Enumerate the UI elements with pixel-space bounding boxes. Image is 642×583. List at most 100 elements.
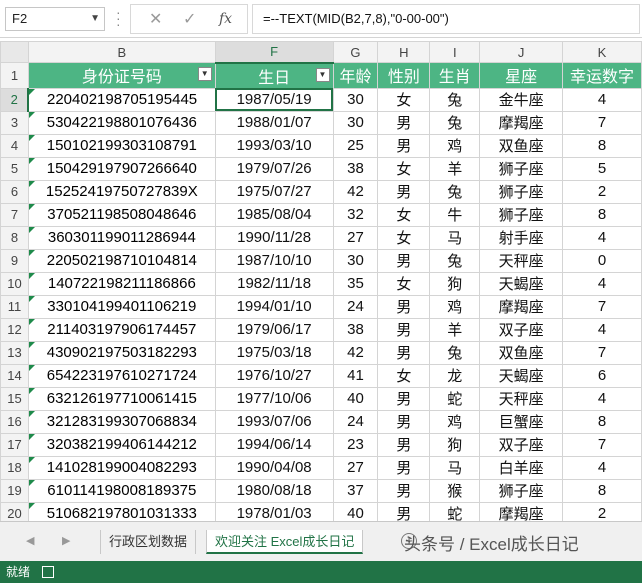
cell-age[interactable]: 42 bbox=[332, 340, 379, 365]
cell-age[interactable]: 30 bbox=[332, 248, 379, 273]
cell-lucky[interactable]: 7 bbox=[562, 110, 642, 135]
cell-zodiac[interactable]: 龙 bbox=[429, 363, 481, 388]
cell-lucky[interactable]: 7 bbox=[562, 340, 642, 365]
cell-gender[interactable]: 男 bbox=[377, 340, 431, 365]
cell-lucky[interactable]: 8 bbox=[562, 409, 642, 434]
cell-age[interactable]: 27 bbox=[332, 455, 379, 480]
header-birthday[interactable]: 生日 ▼ bbox=[214, 62, 334, 89]
cell-age[interactable]: 38 bbox=[332, 156, 379, 181]
cell-age[interactable]: 32 bbox=[332, 202, 379, 227]
cell-id[interactable]: 150429197907266640 bbox=[27, 156, 216, 181]
cell-birthday[interactable]: 1977/10/06 bbox=[214, 386, 334, 411]
cell-birthday[interactable]: 1987/10/10 bbox=[214, 248, 334, 273]
row-number[interactable]: 8 bbox=[0, 225, 29, 250]
row-number[interactable]: 15 bbox=[0, 386, 29, 411]
column-header-f[interactable]: F bbox=[214, 41, 334, 64]
cell-gender[interactable]: 男 bbox=[377, 179, 431, 204]
cell-gender[interactable]: 女 bbox=[377, 271, 431, 296]
cell-birthday[interactable]: 1994/01/10 bbox=[214, 294, 334, 319]
cell-zodiac[interactable]: 兔 bbox=[429, 179, 481, 204]
cancel-icon[interactable]: ✕ bbox=[149, 9, 162, 29]
cell-gender[interactable]: 男 bbox=[377, 409, 431, 434]
cell-gender[interactable]: 女 bbox=[377, 225, 431, 250]
cell-age[interactable]: 38 bbox=[332, 317, 379, 342]
cell-lucky[interactable]: 7 bbox=[562, 432, 642, 457]
cell-age[interactable]: 40 bbox=[332, 501, 379, 521]
cell-age[interactable]: 23 bbox=[332, 432, 379, 457]
cell-id[interactable]: 530422198801076436 bbox=[27, 110, 216, 135]
name-box[interactable]: F2 ▼ bbox=[5, 7, 105, 31]
cell-star[interactable]: 狮子座 bbox=[479, 478, 564, 503]
row-number[interactable]: 17 bbox=[0, 432, 29, 457]
row-number[interactable]: 16 bbox=[0, 409, 29, 434]
cell-age[interactable]: 24 bbox=[332, 294, 379, 319]
cell-zodiac[interactable]: 牛 bbox=[429, 202, 481, 227]
cell-age[interactable]: 40 bbox=[332, 386, 379, 411]
cell-star[interactable]: 天秤座 bbox=[479, 248, 564, 273]
cell-star[interactable]: 摩羯座 bbox=[479, 110, 564, 135]
cell-star[interactable]: 巨蟹座 bbox=[479, 409, 564, 434]
cell-id[interactable]: 370521198508048646 bbox=[27, 202, 216, 227]
cell-id[interactable]: 610114198008189375 bbox=[27, 478, 216, 503]
header-gender[interactable]: 性别 bbox=[377, 62, 431, 89]
cell-id[interactable]: 211403197906174457 bbox=[27, 317, 216, 342]
filter-dropdown-icon[interactable]: ▼ bbox=[197, 67, 212, 81]
cell-star[interactable]: 狮子座 bbox=[479, 156, 564, 181]
cell-gender[interactable]: 男 bbox=[377, 478, 431, 503]
row-number[interactable]: 9 bbox=[0, 248, 29, 273]
cell-star[interactable]: 射手座 bbox=[479, 225, 564, 250]
cell-lucky[interactable]: 4 bbox=[562, 87, 642, 112]
cell-star[interactable]: 双子座 bbox=[479, 432, 564, 457]
row-number[interactable]: 14 bbox=[0, 363, 29, 388]
tab-sheet-2[interactable]: 欢迎关注 Excel成长日记 bbox=[206, 530, 364, 554]
column-header-j[interactable]: J bbox=[479, 41, 564, 63]
column-header-k[interactable]: K bbox=[562, 41, 642, 63]
cell-star[interactable]: 双鱼座 bbox=[479, 340, 564, 365]
cell-id[interactable]: 141028199004082293 bbox=[27, 455, 216, 480]
cell-id[interactable]: 654223197610271724 bbox=[27, 363, 216, 388]
cell-birthday[interactable]: 1979/06/17 bbox=[214, 317, 334, 342]
cell-star[interactable]: 狮子座 bbox=[479, 179, 564, 204]
cell-zodiac[interactable]: 猴 bbox=[429, 478, 481, 503]
cell-age[interactable]: 35 bbox=[332, 271, 379, 296]
cell-lucky[interactable]: 4 bbox=[562, 455, 642, 480]
cell-star[interactable]: 天蝎座 bbox=[479, 271, 564, 296]
cell-star[interactable]: 天秤座 bbox=[479, 386, 564, 411]
cell-star[interactable]: 摩羯座 bbox=[479, 501, 564, 521]
cell-star[interactable]: 摩羯座 bbox=[479, 294, 564, 319]
cell-zodiac[interactable]: 鸡 bbox=[429, 294, 481, 319]
column-header-g[interactable]: G bbox=[332, 41, 379, 63]
row-number[interactable]: 5 bbox=[0, 156, 29, 181]
cell-birthday[interactable]: 1994/06/14 bbox=[214, 432, 334, 457]
cell-lucky[interactable]: 8 bbox=[562, 478, 642, 503]
row-number[interactable]: 13 bbox=[0, 340, 29, 365]
cell-lucky[interactable]: 4 bbox=[562, 386, 642, 411]
cell-star[interactable]: 金牛座 bbox=[479, 87, 564, 112]
cell-birthday[interactable]: 1990/11/28 bbox=[214, 225, 334, 250]
row-number[interactable]: 1 bbox=[0, 62, 29, 89]
cell-birthday[interactable]: 1993/07/06 bbox=[214, 409, 334, 434]
cell-id[interactable]: 330104199401106219 bbox=[27, 294, 216, 319]
cell-age[interactable]: 41 bbox=[332, 363, 379, 388]
cell-id[interactable]: 320382199406144212 bbox=[27, 432, 216, 457]
cell-id[interactable]: 360301199011286944 bbox=[27, 225, 216, 250]
cell-lucky[interactable]: 0 bbox=[562, 248, 642, 273]
cell-gender[interactable]: 男 bbox=[377, 294, 431, 319]
row-number[interactable]: 2 bbox=[0, 87, 30, 112]
cell-id[interactable]: 510682197801031333 bbox=[27, 501, 216, 521]
cell-id[interactable]: 632126197710061415 bbox=[27, 386, 216, 411]
row-number[interactable]: 18 bbox=[0, 455, 29, 480]
cell-gender[interactable]: 男 bbox=[377, 455, 431, 480]
row-number[interactable]: 20 bbox=[0, 501, 29, 521]
cell-zodiac[interactable]: 蛇 bbox=[429, 501, 481, 521]
cell-age[interactable]: 24 bbox=[332, 409, 379, 434]
cell-gender[interactable]: 男 bbox=[377, 110, 431, 135]
cell-gender[interactable]: 女 bbox=[377, 87, 431, 112]
column-header-i[interactable]: I bbox=[429, 41, 481, 63]
cell-lucky[interactable]: 2 bbox=[562, 179, 642, 204]
cell-gender[interactable]: 女 bbox=[377, 202, 431, 227]
cell-star[interactable]: 天蝎座 bbox=[479, 363, 564, 388]
cell-id[interactable]: 150102199303108791 bbox=[27, 133, 216, 158]
formula-input[interactable]: =--TEXT(MID(B2,7,8),"0-00-00") bbox=[252, 4, 640, 34]
cell-lucky[interactable]: 2 bbox=[562, 501, 642, 521]
